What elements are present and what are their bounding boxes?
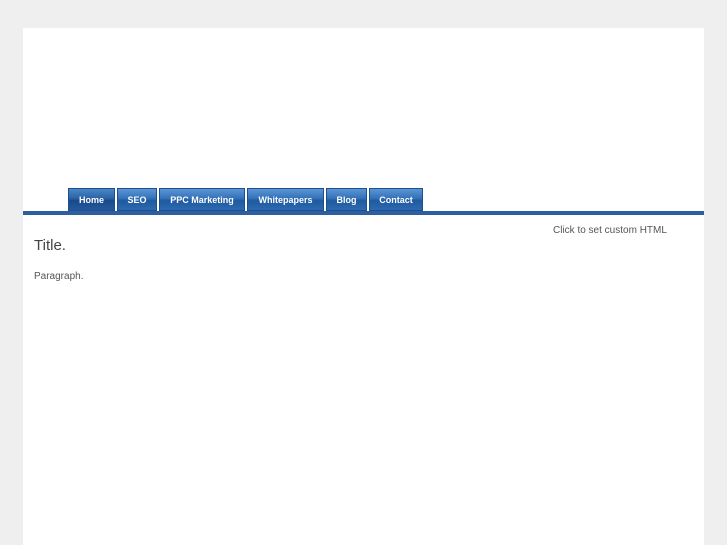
nav-item-blog[interactable]: Blog [326,188,367,211]
nav-item-home[interactable]: Home [68,188,115,211]
header-divider [23,211,704,215]
nav-item-ppc-marketing[interactable]: PPC Marketing [159,188,245,211]
nav-item-whitepapers[interactable]: Whitepapers [247,188,324,211]
custom-html-link[interactable]: Click to set custom HTML [553,225,667,236]
nav-item-contact[interactable]: Contact [369,188,423,211]
main-nav: Home SEO PPC Marketing Whitepapers Blog … [68,188,423,211]
page-container: Home SEO PPC Marketing Whitepapers Blog … [23,28,704,545]
page-title: Title. [34,237,66,254]
page-paragraph: Paragraph. [34,271,84,282]
nav-item-seo[interactable]: SEO [117,188,157,211]
